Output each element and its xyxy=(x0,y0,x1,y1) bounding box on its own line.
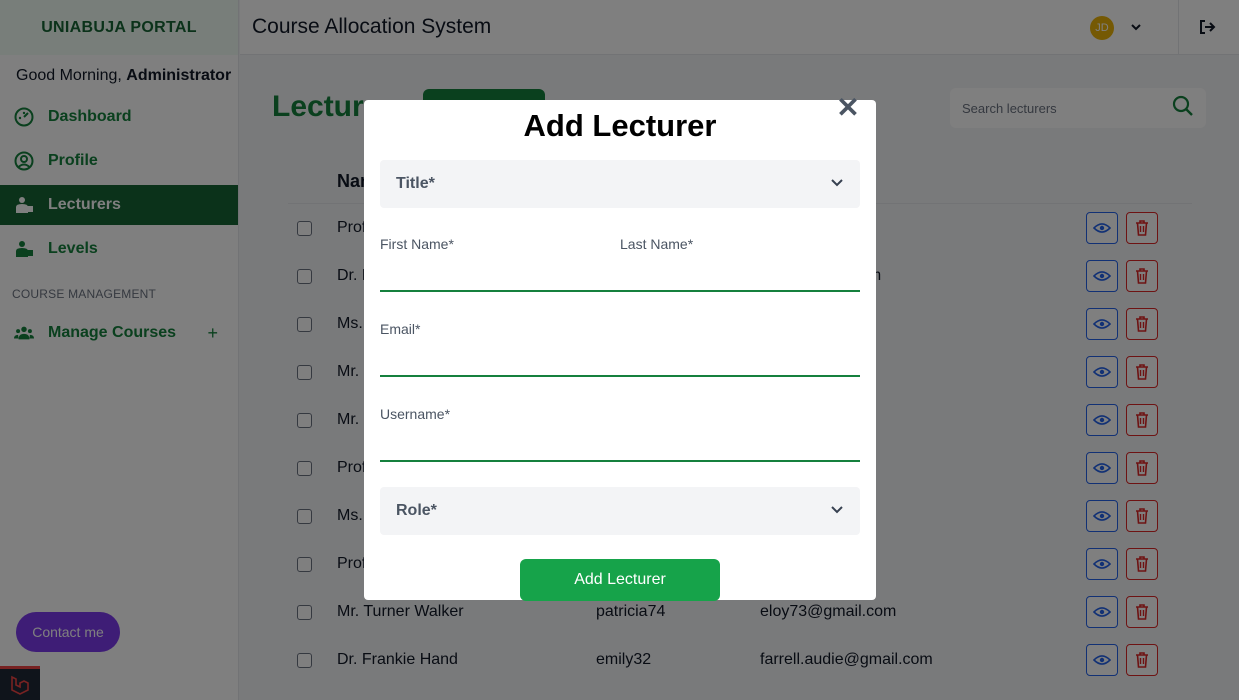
first-name-label: First Name* xyxy=(380,236,454,252)
chevron-down-icon xyxy=(830,502,844,521)
email-field[interactable] xyxy=(380,343,860,377)
add-lecturer-modal: ✕ Add Lecturer Title* First Name* Last N… xyxy=(364,94,876,601)
email-label: Email* xyxy=(380,321,421,337)
first-name-field[interactable] xyxy=(380,258,620,292)
add-lecturer-submit-button[interactable]: Add Lecturer xyxy=(520,559,720,601)
username-label: Username* xyxy=(380,406,451,422)
title-select-value: Title* xyxy=(396,175,435,192)
role-select-value: Role* xyxy=(396,502,437,519)
username-field[interactable] xyxy=(380,428,860,462)
last-name-field[interactable] xyxy=(620,258,860,292)
title-select[interactable]: Title* xyxy=(380,160,860,208)
chevron-down-icon xyxy=(830,175,844,194)
last-name-label: Last Name* xyxy=(620,236,694,252)
modal-title: Add Lecturer xyxy=(523,108,717,143)
role-select[interactable]: Role* xyxy=(380,487,860,535)
